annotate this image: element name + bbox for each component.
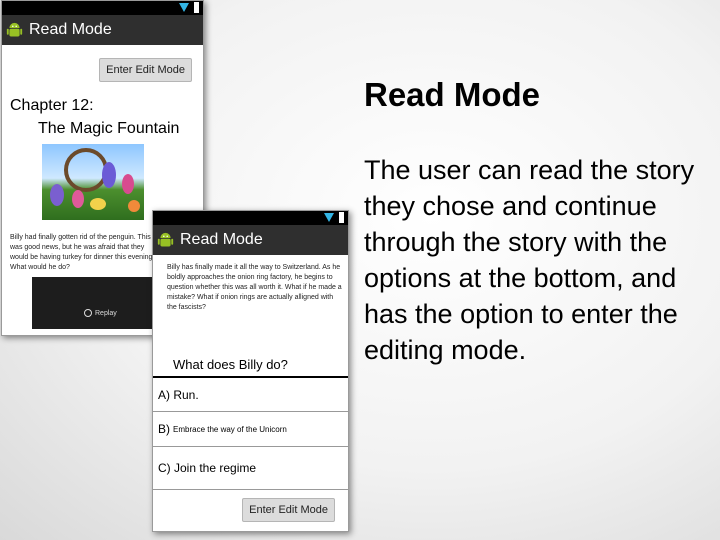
replay-label: Replay xyxy=(95,309,117,317)
story-text: Billy had finally gotten rid of the peng… xyxy=(10,234,155,271)
app-title: Read Mode xyxy=(180,231,263,248)
slide-body: The user can read the story they chose a… xyxy=(364,155,695,365)
option-a[interactable]: A) Run. xyxy=(153,378,348,412)
chapter-title: The Magic Fountain xyxy=(38,120,180,137)
story-illustration xyxy=(42,144,144,220)
choice-list: A) Run. B) Embrace the way of the Unicor… xyxy=(153,376,348,490)
android-icon xyxy=(6,22,23,36)
enter-edit-mode-button[interactable]: Enter Edit Mode xyxy=(242,498,335,522)
enter-edit-mode-button[interactable]: Enter Edit Mode xyxy=(99,58,192,82)
android-icon xyxy=(157,232,174,246)
battery-icon xyxy=(194,2,199,13)
wifi-icon xyxy=(324,213,334,222)
option-b-prefix: B) xyxy=(158,422,170,436)
slide-title: Read Mode xyxy=(364,76,541,113)
replay-icon xyxy=(84,309,92,317)
wifi-icon xyxy=(179,3,189,12)
option-b-text: Embrace the way of the Unicorn xyxy=(173,424,287,434)
status-bar xyxy=(2,1,203,15)
video-player[interactable]: Replay xyxy=(32,277,162,329)
action-bar: Read Mode xyxy=(153,225,348,255)
replay-button[interactable]: Replay xyxy=(84,309,117,317)
chapter-number: Chapter 12: xyxy=(10,97,94,114)
battery-icon xyxy=(339,212,344,223)
app-title: Read Mode xyxy=(29,21,112,38)
option-c[interactable]: C) Join the regime xyxy=(153,447,348,490)
action-bar: Read Mode xyxy=(2,15,203,45)
choice-question: What does Billy do? xyxy=(173,357,288,372)
phone-screen-2: Read Mode Billy has finally made it all … xyxy=(152,210,349,532)
status-bar xyxy=(153,211,348,225)
option-b[interactable]: B) Embrace the way of the Unicorn xyxy=(153,412,348,447)
story-text: Billy has finally made it all the way to… xyxy=(167,264,342,311)
